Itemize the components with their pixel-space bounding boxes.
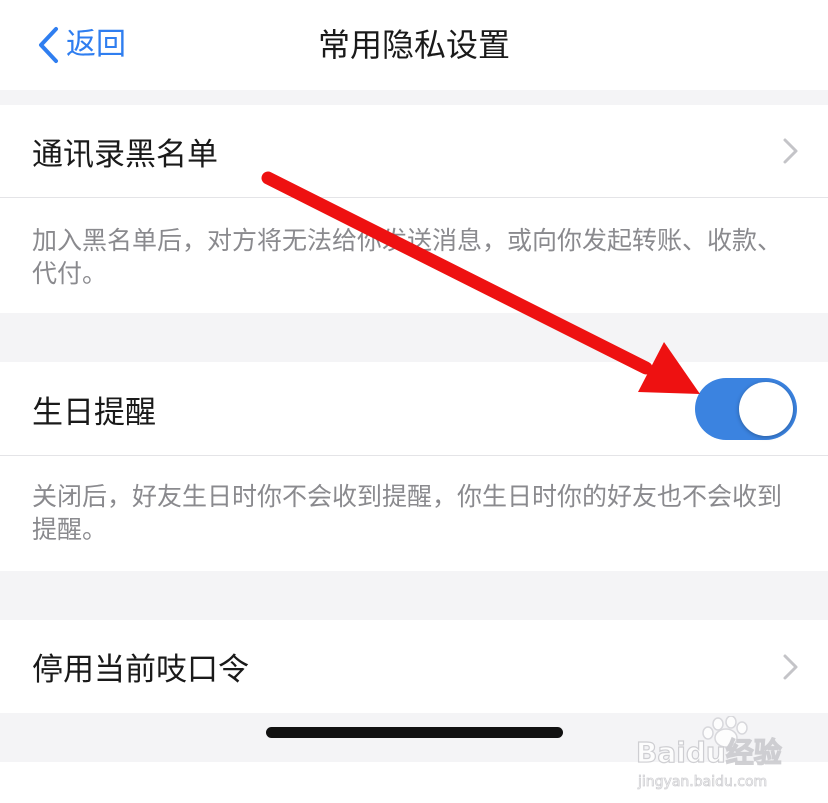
blacklist-description-block: 加入黑名单后，对方将无法给你发送消息，或向你发起转账、收款、代付。 — [0, 198, 828, 313]
watermark-url: jingyan.baidu.com — [637, 774, 767, 790]
blacklist-label: 通讯录黑名单 — [32, 137, 218, 173]
nav-bar: 返回 常用隐私设置 — [0, 0, 828, 90]
home-indicator[interactable] — [266, 727, 563, 738]
blacklist-row[interactable]: 通讯录黑名单 — [0, 105, 828, 197]
disable-code-row[interactable]: 停用当前吱口令 — [0, 620, 828, 713]
watermark-brand: Baidu经验 — [636, 736, 782, 769]
birthday-description-block: 关闭后，好友生日时你不会收到提醒，你生日时你的好友也不会收到提醒。 — [0, 456, 828, 571]
birthday-reminder-label: 生日提醒 — [32, 395, 156, 431]
birthday-reminder-toggle[interactable] — [695, 378, 797, 440]
page-title: 常用隐私设置 — [317, 26, 510, 64]
birthday-description: 关闭后，好友生日时你不会收到提醒，你生日时你的好友也不会收到提醒。 — [32, 482, 783, 544]
chevron-right-icon — [783, 654, 798, 680]
privacy-settings-page: 返回 常用隐私设置 通讯录黑名单 加入黑名单后，对方将无法给你发送消息，或向你发… — [0, 0, 828, 803]
chevron-right-icon — [783, 138, 798, 164]
toggle-knob — [739, 382, 793, 436]
disable-code-label: 停用当前吱口令 — [32, 652, 249, 688]
baidu-jingyan-watermark: Baidu经验 jingyan.baidu.com — [636, 716, 782, 790]
blacklist-description: 加入黑名单后，对方将无法给你发送消息，或向你发起转账、收款、代付。 — [32, 226, 783, 288]
